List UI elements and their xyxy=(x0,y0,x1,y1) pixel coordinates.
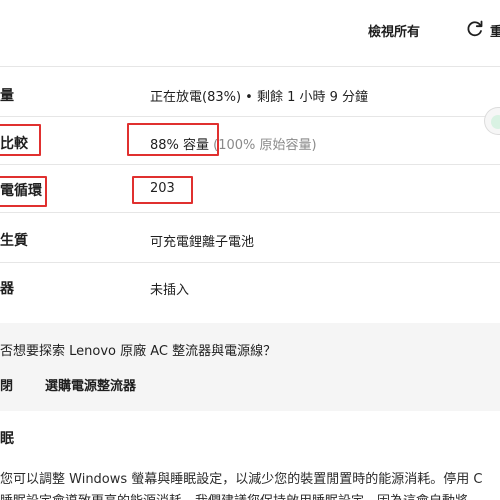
battery-type-row: 生質 可充電鋰離子電池 xyxy=(0,213,500,263)
battery-cycle-row: 電循環 203 xyxy=(0,165,500,213)
adapter-promo-banner: 否想要探索 Lenovo 原廠 AC 整流器與電源線？ 閉 選購電源整流器 xyxy=(0,323,500,411)
highlight-capacity-label xyxy=(0,124,41,156)
highlight-capacity-value xyxy=(127,123,219,156)
battery-type-value: 可充電鋰離子電池 xyxy=(150,235,255,250)
view-all-link[interactable]: 檢視所有 xyxy=(368,21,420,40)
sleep-section-title: 眠 xyxy=(0,431,14,447)
close-button[interactable]: 閉 xyxy=(0,375,13,394)
toggle-knob xyxy=(491,115,500,129)
battery-capacity-row: 比較 88% 容量 (100% 原始容量) xyxy=(0,117,500,165)
battery-status-value: 正在放電(83%) • 剩餘 1 小時 9 分鐘 xyxy=(150,90,369,105)
highlight-cycle-value xyxy=(132,176,193,204)
promo-question: 否想要探索 Lenovo 原廠 AC 整流器與電源線？ xyxy=(0,344,277,359)
adapter-row: 器 未插入 xyxy=(0,263,500,310)
refresh-button-label[interactable]: 重 xyxy=(490,21,500,40)
sleep-description-line: 您可以調整 Windows 螢幕與睡眠設定，以減少您的裝置閒置時的能源消耗。停用… xyxy=(0,472,483,487)
highlight-cycle-label xyxy=(0,176,47,207)
shop-adapter-button[interactable]: 選購電源整流器 xyxy=(45,375,136,394)
adapter-value: 未插入 xyxy=(150,283,190,298)
refresh-icon[interactable] xyxy=(465,19,485,39)
page-header: 檢視所有 重 xyxy=(0,0,500,67)
battery-status-label: 量 xyxy=(0,88,14,104)
battery-status-row: 量 正在放電(83%) • 剩餘 1 小時 9 分鐘 xyxy=(0,67,500,117)
capacity-original: (100% 原始容量) xyxy=(213,138,317,153)
sleep-description-line: 睡眠設定會導致更高的能源消耗。我們建議您保持啟用睡眠設定，因為這會自動將 xyxy=(0,490,468,500)
battery-type-label: 生質 xyxy=(0,233,28,249)
adapter-label: 器 xyxy=(0,281,14,297)
